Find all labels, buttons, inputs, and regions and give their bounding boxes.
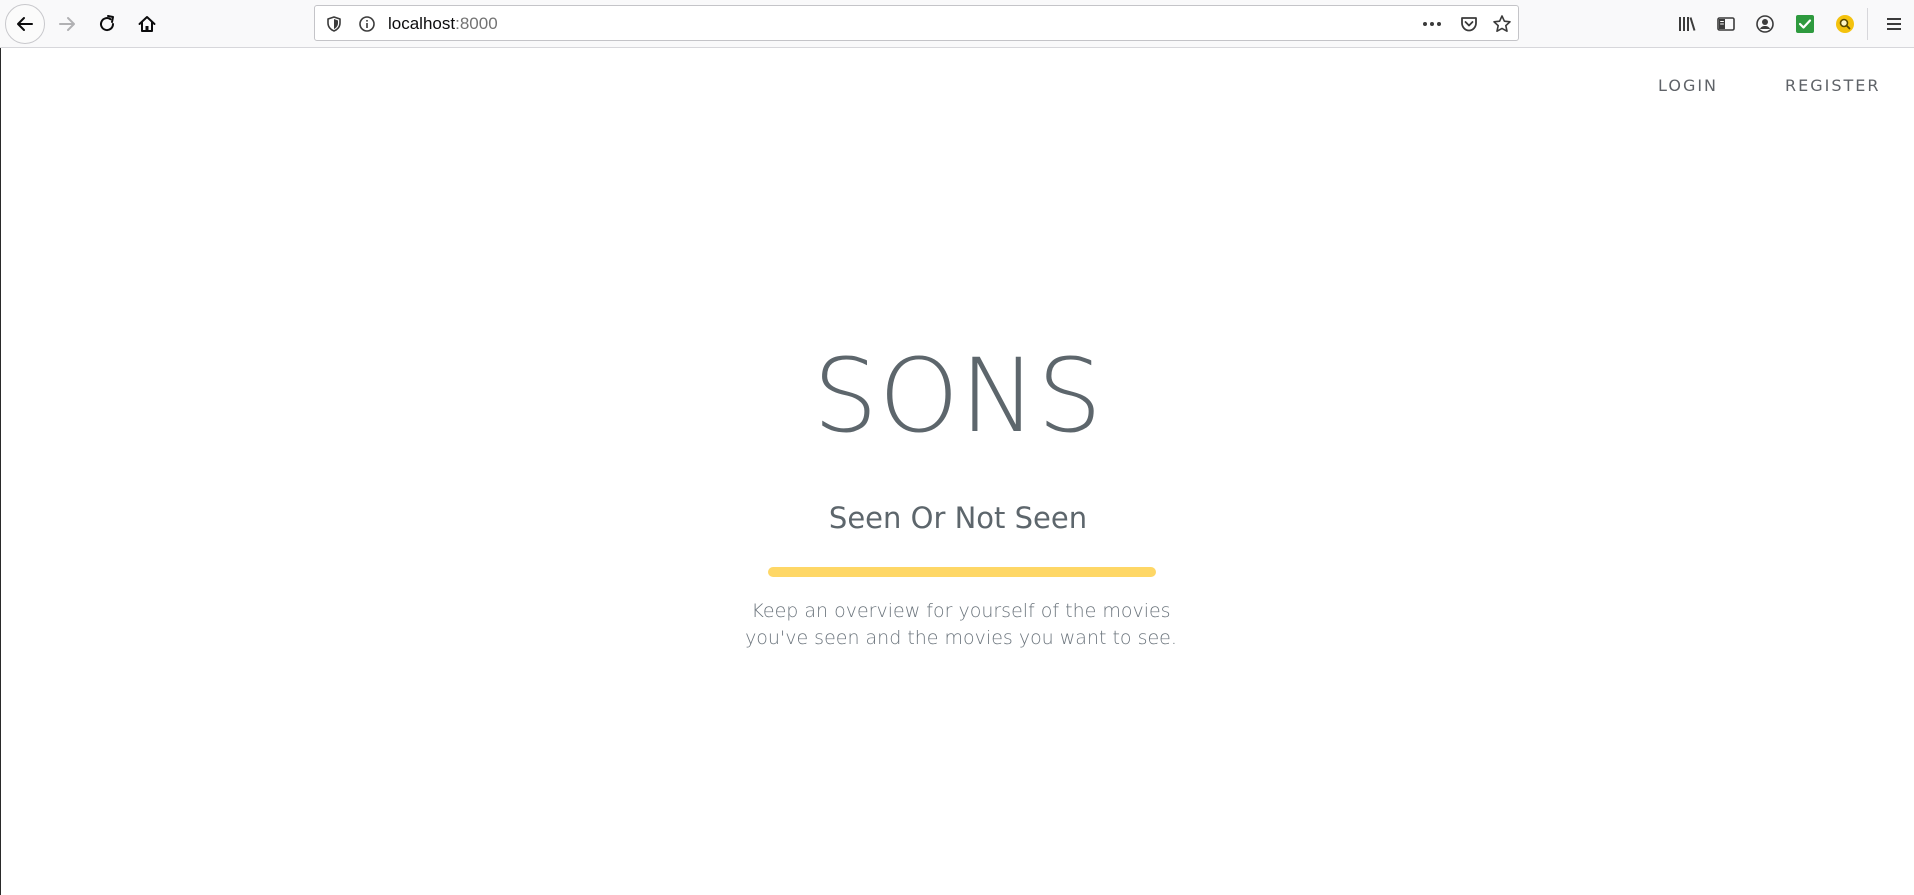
login-link[interactable]: LOGIN	[1658, 76, 1718, 95]
account-icon	[1756, 15, 1774, 33]
search-extension-button[interactable]	[1825, 4, 1865, 44]
url-bar[interactable]: localhost:8000	[314, 5, 1519, 41]
star-icon	[1493, 15, 1511, 32]
page-actions-button[interactable]	[1421, 13, 1443, 35]
more-dots-icon	[1423, 22, 1441, 26]
sidebar-button[interactable]	[1706, 4, 1746, 44]
library-icon	[1679, 17, 1696, 31]
hero-title: SONS	[812, 337, 1104, 456]
forward-arrow-icon	[59, 17, 75, 31]
yellow-search-extension-icon	[1836, 15, 1854, 33]
url-text[interactable]: localhost:8000	[388, 14, 498, 34]
pocket-icon	[1461, 17, 1477, 32]
url-port: :8000	[455, 14, 498, 33]
sidebar-icon	[1717, 17, 1735, 31]
page-content: LOGIN REGISTER SONS Seen Or Not Seen Kee…	[0, 48, 1914, 895]
account-button[interactable]	[1745, 4, 1785, 44]
menu-button[interactable]	[1876, 4, 1912, 44]
forward-button[interactable]	[47, 4, 87, 44]
home-icon	[138, 16, 156, 32]
pocket-button[interactable]	[1458, 13, 1480, 35]
bookmark-button[interactable]	[1491, 13, 1513, 35]
info-icon	[359, 16, 375, 32]
hero-subtitle: Seen Or Not Seen	[828, 501, 1088, 535]
toolbar-separator	[1867, 8, 1868, 40]
back-arrow-icon	[17, 17, 33, 31]
site-info-button[interactable]	[356, 13, 378, 35]
hamburger-menu-icon	[1887, 18, 1901, 30]
home-button[interactable]	[127, 4, 167, 44]
check-extension-button[interactable]	[1785, 4, 1825, 44]
accent-divider	[768, 567, 1156, 577]
browser-toolbar: localhost:8000	[0, 0, 1914, 48]
reload-button[interactable]	[87, 4, 127, 44]
hero-description: Keep an overview for yourself of the mov…	[745, 600, 1177, 649]
library-button[interactable]	[1667, 4, 1707, 44]
register-link[interactable]: REGISTER	[1785, 76, 1881, 95]
green-check-extension-icon	[1796, 15, 1814, 33]
back-button[interactable]	[5, 4, 45, 44]
shield-icon	[327, 16, 341, 32]
reload-icon	[100, 15, 115, 32]
tracking-protection-button[interactable]	[323, 13, 345, 35]
url-host: localhost	[388, 14, 456, 33]
